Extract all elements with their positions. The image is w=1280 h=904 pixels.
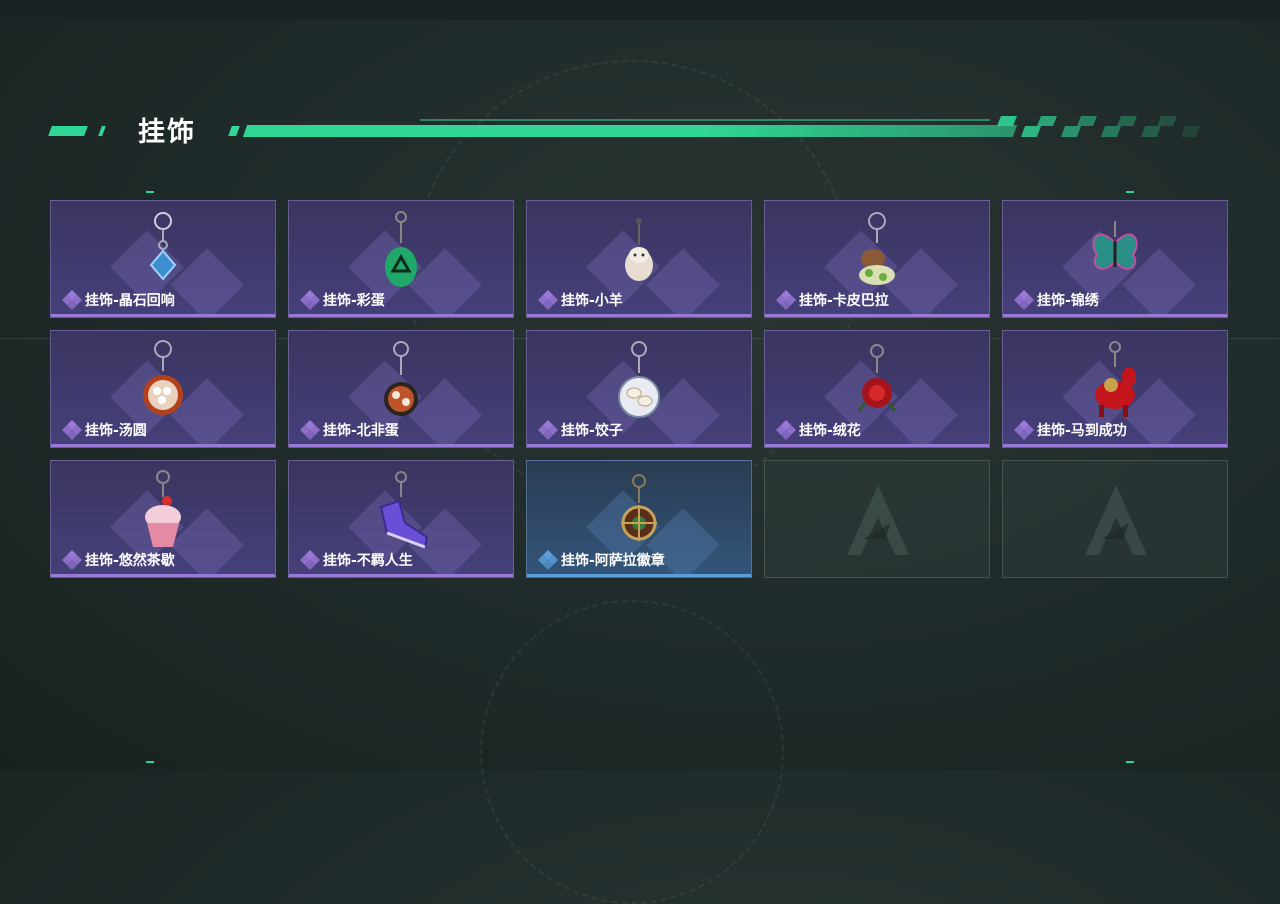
rarity-diamond-icon [1014,290,1034,310]
header-accent [48,126,88,136]
rarity-diamond-icon [300,550,320,570]
green-egg-charm-icon [385,211,417,287]
header-accent [228,126,240,136]
lamb-charm-icon [625,218,653,281]
charm-card[interactable]: 挂饰-汤圆 [50,330,276,448]
capybara-charm-icon [859,212,895,285]
red-flower-charm-icon [857,344,897,412]
charm-label: 挂饰-卡皮巴拉 [799,293,889,309]
rarity-diamond-icon [1014,420,1034,440]
charm-card[interactable]: 挂饰-阿萨拉徽章 [526,460,752,578]
cupcake-charm-icon [145,470,181,547]
corner-tick [1126,761,1134,763]
charm-card[interactable]: 挂饰-北非蛋 [288,330,514,448]
asala-badge-charm-icon [621,474,657,541]
charm-card[interactable]: 挂饰-饺子 [526,330,752,448]
header-checker-pattern [997,116,1200,137]
empty-slot [764,460,990,578]
header-line [242,125,1018,137]
charm-label: 挂饰-饺子 [561,423,623,439]
tangyuan-bowl-charm-icon [143,340,183,415]
butterfly-charm-icon [1092,221,1138,270]
charm-card[interactable]: 挂饰-绒花 [764,330,990,448]
background-ring [480,600,784,904]
charm-label: 挂饰-马到成功 [1037,423,1127,439]
charm-label: 挂饰-悠然茶歇 [85,553,175,569]
charm-label: 挂饰-阿萨拉徽章 [561,553,665,569]
top-bar [0,0,1280,20]
charm-label: 挂饰-不羁人生 [323,553,413,569]
rarity-diamond-icon [300,290,320,310]
charm-card[interactable]: 挂饰-晶石回响 [50,200,276,318]
rarity-diamond-icon [300,420,320,440]
section-title: 挂饰 [138,117,196,148]
charm-label: 挂饰-彩蛋 [323,293,385,309]
charm-card[interactable]: 挂饰-锦绣 [1002,200,1228,318]
charm-label: 挂饰-锦绣 [1037,293,1099,309]
rarity-diamond-icon [776,290,796,310]
empty-slot-logo-icon [1085,485,1147,555]
crystal-charm-icon [149,212,177,281]
header-thin-line [420,119,990,121]
charm-card[interactable]: 挂饰-卡皮巴拉 [764,200,990,318]
charm-label: 挂饰-小羊 [561,293,623,309]
charm-label: 挂饰-绒花 [799,423,861,439]
empty-slot [1002,460,1228,578]
rarity-diamond-icon [538,290,558,310]
rarity-diamond-icon [538,420,558,440]
sneaker-charm-icon [379,471,429,549]
corner-tick [1126,191,1134,193]
empty-slot-logo-icon [847,485,909,555]
rarity-diamond-icon [62,550,82,570]
charm-card[interactable]: 挂饰-悠然茶歇 [50,460,276,578]
shakshuka-pan-charm-icon [384,341,418,416]
corner-tick [146,191,154,193]
charm-label: 挂饰-汤圆 [85,423,147,439]
rarity-diamond-icon [538,550,558,570]
charm-card[interactable]: 挂饰-不羁人生 [288,460,514,578]
charm-card[interactable]: 挂饰-小羊 [526,200,752,318]
charm-card[interactable]: 挂饰-马到成功 [1002,330,1228,448]
rarity-diamond-icon [62,290,82,310]
rarity-diamond-icon [62,420,82,440]
red-horse-charm-icon [1095,341,1136,417]
header-accent [98,126,106,136]
charm-label: 挂饰-北非蛋 [323,423,399,439]
rarity-diamond-icon [776,420,796,440]
charm-card[interactable]: 挂饰-彩蛋 [288,200,514,318]
dumpling-plate-charm-icon [618,341,660,418]
charm-label: 挂饰-晶石回响 [85,293,175,309]
corner-tick [146,761,154,763]
